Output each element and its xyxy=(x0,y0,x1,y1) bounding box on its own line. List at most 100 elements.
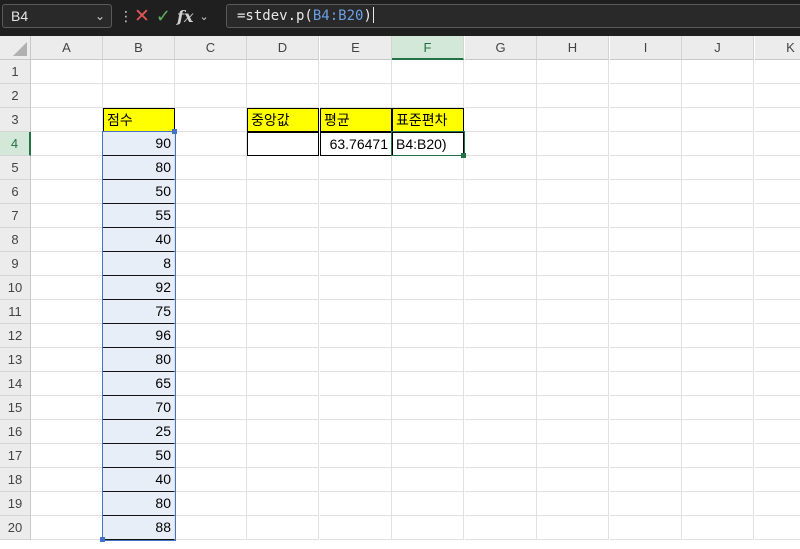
score-cell[interactable]: 80 xyxy=(103,492,175,516)
grid-cell[interactable] xyxy=(682,396,754,420)
grid-cell[interactable] xyxy=(682,420,754,444)
grid-cell[interactable] xyxy=(31,348,103,372)
score-cell[interactable]: 50 xyxy=(103,444,175,468)
stdev-editing-cell[interactable]: B4:B20) xyxy=(392,132,464,156)
grid-cell[interactable] xyxy=(247,396,319,420)
grid-cell[interactable] xyxy=(682,300,754,324)
grid-cell[interactable] xyxy=(755,324,800,348)
grid-cell[interactable] xyxy=(465,228,537,252)
grid-cell[interactable] xyxy=(537,324,609,348)
column-header-c[interactable]: C xyxy=(175,36,247,60)
grid-cell[interactable] xyxy=(392,180,464,204)
grid-cell[interactable] xyxy=(755,204,800,228)
grid-cell[interactable] xyxy=(465,84,537,108)
grid-cell[interactable] xyxy=(392,276,464,300)
score-header-cell[interactable]: 점수 xyxy=(103,108,175,132)
grid-cell[interactable] xyxy=(682,252,754,276)
grid-cell[interactable] xyxy=(247,252,319,276)
grid-cell[interactable] xyxy=(682,108,754,132)
grid-cell[interactable] xyxy=(392,324,464,348)
grid-cell[interactable] xyxy=(320,252,392,276)
score-cell[interactable]: 25 xyxy=(103,420,175,444)
grid-cell[interactable] xyxy=(392,60,464,84)
row-header-17[interactable]: 17 xyxy=(0,444,31,468)
score-cell[interactable]: 92 xyxy=(103,276,175,300)
enter-check-icon[interactable]: ✓ xyxy=(156,6,171,27)
score-cell[interactable]: 70 xyxy=(103,396,175,420)
grid-cell[interactable] xyxy=(537,132,609,156)
grid-cell[interactable] xyxy=(175,156,247,180)
grid-cell[interactable] xyxy=(682,468,754,492)
row-header-13[interactable]: 13 xyxy=(0,348,31,372)
grid-cell[interactable] xyxy=(320,156,392,180)
median-header-cell[interactable]: 중앙값 xyxy=(247,108,319,132)
grid-cell[interactable] xyxy=(537,300,609,324)
grid-cell[interactable] xyxy=(755,468,800,492)
name-box[interactable]: B4 ⌄ xyxy=(2,4,112,28)
row-header-6[interactable]: 6 xyxy=(0,180,31,204)
grid-cell[interactable] xyxy=(537,228,609,252)
grid-cell[interactable] xyxy=(320,60,392,84)
grid-cell[interactable] xyxy=(175,276,247,300)
grid-cell[interactable] xyxy=(537,444,609,468)
column-header-b[interactable]: B xyxy=(103,36,175,60)
grid-cell[interactable] xyxy=(247,300,319,324)
row-header-15[interactable]: 15 xyxy=(0,396,31,420)
grid-cell[interactable] xyxy=(31,396,103,420)
grid-cell[interactable] xyxy=(755,492,800,516)
grid-cell[interactable] xyxy=(175,492,247,516)
grid-cell[interactable] xyxy=(392,300,464,324)
grid-cell[interactable] xyxy=(610,108,682,132)
grid-cell[interactable] xyxy=(537,276,609,300)
row-header-19[interactable]: 19 xyxy=(0,492,31,516)
row-header-8[interactable]: 8 xyxy=(0,228,31,252)
row-header-18[interactable]: 18 xyxy=(0,468,31,492)
grid-cell[interactable] xyxy=(465,300,537,324)
grid-cell[interactable] xyxy=(175,252,247,276)
grid-cell[interactable] xyxy=(175,300,247,324)
score-cell[interactable]: 80 xyxy=(103,156,175,180)
grid-cell[interactable] xyxy=(31,492,103,516)
grid-cell[interactable] xyxy=(103,84,175,108)
column-header-d[interactable]: D xyxy=(247,36,319,60)
grid-cell[interactable] xyxy=(682,60,754,84)
insert-function-icon[interactable]: fx xyxy=(177,7,193,26)
grid-cell[interactable] xyxy=(537,60,609,84)
row-header-12[interactable]: 12 xyxy=(0,324,31,348)
score-cell[interactable]: 88 xyxy=(103,516,175,540)
grid-cell[interactable] xyxy=(682,444,754,468)
grid-cell[interactable] xyxy=(247,420,319,444)
row-header-9[interactable]: 9 xyxy=(0,252,31,276)
grid-cell[interactable] xyxy=(392,204,464,228)
grid-cell[interactable] xyxy=(31,324,103,348)
column-header-e[interactable]: E xyxy=(320,36,392,60)
worksheet-grid[interactable]: ABCDEFGHIJK 1 2 3 4 5 6 7 8 9 10 11 12 13 14 15 16 17 18 1… xyxy=(0,36,800,549)
grid-cell[interactable] xyxy=(247,348,319,372)
score-cell[interactable]: 8 xyxy=(103,252,175,276)
grid-cell[interactable] xyxy=(31,444,103,468)
grid-cell[interactable] xyxy=(755,444,800,468)
grid-cell[interactable] xyxy=(682,84,754,108)
grid-cell[interactable] xyxy=(392,420,464,444)
chevron-down-icon[interactable]: ⌄ xyxy=(199,10,208,23)
grid-cell[interactable] xyxy=(320,444,392,468)
grid-cell[interactable] xyxy=(610,252,682,276)
grid-cell[interactable] xyxy=(320,492,392,516)
grid-cell[interactable] xyxy=(392,372,464,396)
select-all-button[interactable] xyxy=(0,36,31,60)
grid-cell[interactable] xyxy=(755,84,800,108)
range-resize-handle[interactable] xyxy=(172,129,177,134)
row-header-3[interactable]: 3 xyxy=(0,108,31,132)
row-header-20[interactable]: 20 xyxy=(0,516,31,540)
grid-cell[interactable] xyxy=(537,180,609,204)
grid-cell[interactable] xyxy=(175,468,247,492)
grid-cell[interactable] xyxy=(247,204,319,228)
grid-cell[interactable] xyxy=(465,492,537,516)
grid-cell[interactable] xyxy=(247,84,319,108)
grid-cell[interactable] xyxy=(247,468,319,492)
column-header-g[interactable]: G xyxy=(465,36,537,60)
grid-cell[interactable] xyxy=(31,252,103,276)
grid-cell[interactable] xyxy=(320,84,392,108)
grid-cell[interactable] xyxy=(755,372,800,396)
grid-cell[interactable] xyxy=(247,324,319,348)
